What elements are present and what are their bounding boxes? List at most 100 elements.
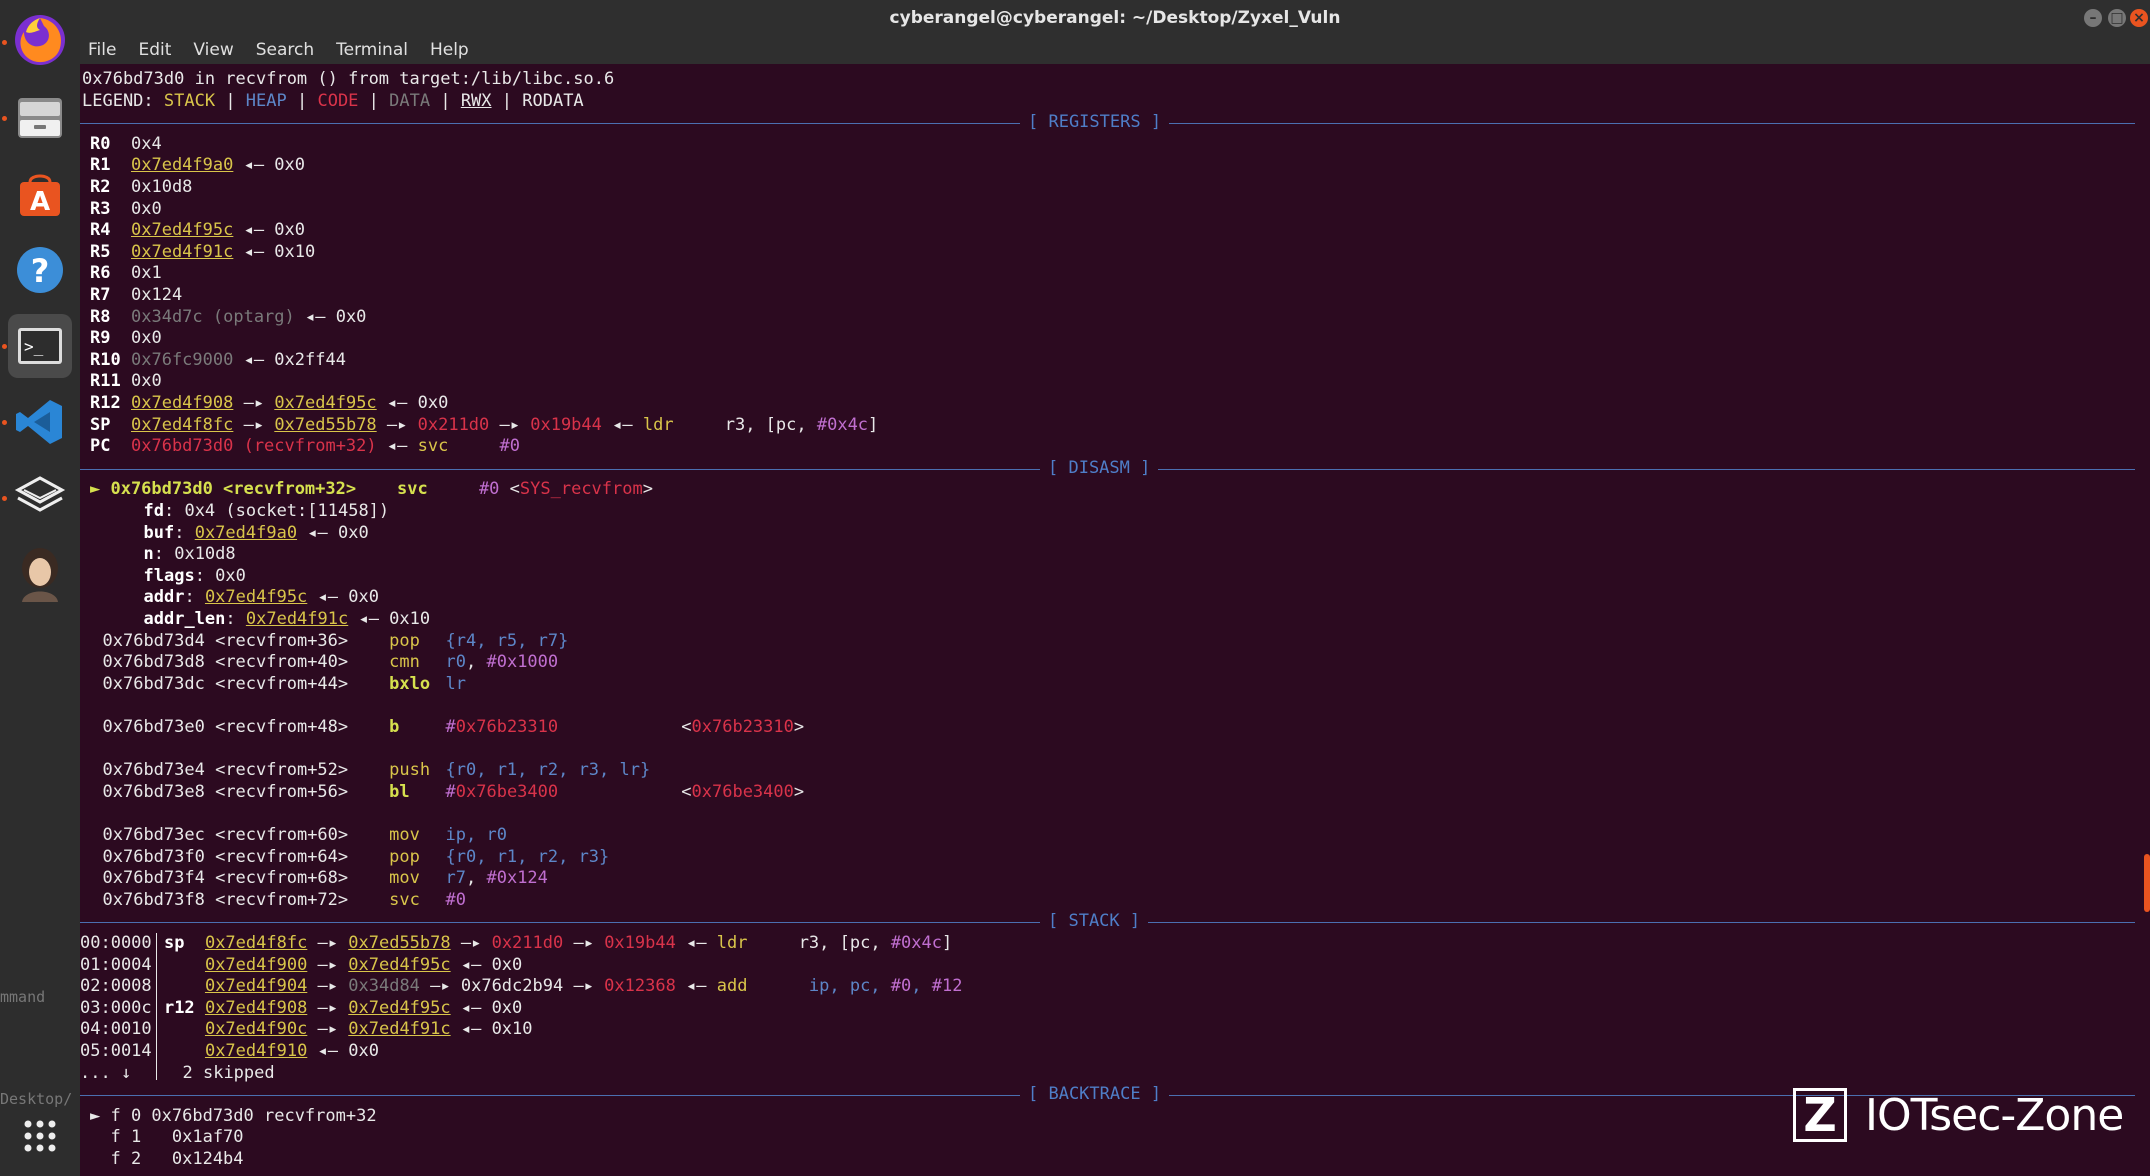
token: lr [445, 673, 466, 694]
token: fd [143, 501, 164, 521]
register-name: R8 [90, 306, 111, 327]
disasm-operands: {r4, r5, r7} [446, 631, 682, 653]
stack-offset: 03:000c [80, 997, 152, 1018]
stack-row: 01:0004 0x7ed4f900 —▸ 0x7ed4f95c ◂— 0x0 [80, 955, 522, 977]
register-name: R1 [90, 155, 111, 176]
token: , [466, 652, 487, 673]
disasm-mnemonic: pop [389, 630, 420, 651]
section-title: [ DISASM ] [1040, 457, 1159, 480]
menu-terminal[interactable]: Terminal [336, 40, 408, 60]
token: #0 [445, 889, 466, 910]
token: addr_len [143, 609, 226, 629]
register-row: R2 0x10d8 [90, 177, 192, 199]
scrollbar-thumb[interactable] [2144, 854, 2150, 912]
menu-search[interactable]: Search [256, 40, 314, 60]
token: —▸ [376, 414, 418, 435]
token: —▸ [307, 954, 349, 975]
watermark: Z IOTsec-Zone [1793, 1088, 2124, 1142]
disasm-operands: lr [446, 674, 682, 696]
token: r3, [pc, [788, 933, 891, 953]
stack-offset: 00:0000 [80, 933, 152, 953]
legend-data: DATA [389, 90, 431, 111]
disasm-line: 0x76bd73f0 <recvfrom+64> pop {r0, r1, r2, … [103, 847, 682, 869]
token: —▸ [563, 933, 605, 953]
register-name: PC [90, 436, 111, 457]
backtrace-frame: ► f 0 0x76bd73d0 recvfrom+32 [90, 1106, 377, 1128]
token: #0x1000 [486, 652, 559, 673]
top-line: 0x76bd73d0 in recvfrom () from target:/l… [82, 69, 614, 91]
token: 0x7ed4f95c [204, 587, 308, 608]
token: 0x76bd73d0 (recvfrom+32) [131, 436, 377, 457]
stack-row: 02:0008 0x7ed4f904 —▸ 0x34d84 —▸ 0x76dc2b… [80, 976, 962, 998]
disasm-current-line: ► 0x76bd73d0 <recvfrom+32> svc #0 <SYS_r… [90, 479, 653, 501]
token: 0x7ed4f95c [274, 393, 377, 413]
vscode-icon[interactable] [8, 390, 72, 454]
legend-sep: | [491, 90, 523, 111]
backtrace-text: f 2 0x124b4 [90, 1149, 244, 1169]
disasm-operands: #0x76b23310 [446, 717, 682, 739]
register-row: R11 0x0 [90, 371, 162, 393]
legend-line: LEGEND: STACK | HEAP | CODE | DATA | RWX… [82, 91, 584, 113]
menu-edit[interactable]: Edit [138, 40, 171, 60]
menu-view[interactable]: View [193, 40, 233, 60]
token: ◂— [376, 436, 418, 457]
watermark-logo: Z [1793, 1088, 1847, 1142]
files-icon[interactable] [8, 86, 72, 150]
token: 0x19b44 [530, 414, 602, 435]
legend-stack: STACK [163, 90, 216, 111]
backtrace-frame: f 2 0x124b4 [90, 1149, 244, 1171]
terminal-output[interactable]: 0x76bd73d0 in recvfrom () from target:/l… [80, 64, 2150, 1176]
stack-skipped: ... ↓ 2 skipped [80, 1063, 275, 1085]
branch-target: 0x76b23310 [691, 717, 794, 737]
show-apps-icon[interactable] [8, 1104, 72, 1168]
token: < [499, 479, 520, 500]
token: 0x7ed4f908 [204, 997, 308, 1018]
firefox-icon[interactable] [8, 8, 72, 72]
syscall-arg: addr_len: 0x7ed4f91c ◂— 0x10 [144, 609, 431, 631]
maximize-icon[interactable]: □ [2108, 9, 2126, 27]
stack-offset: 02:0008 [80, 976, 152, 997]
minimize-icon[interactable]: – [2084, 9, 2102, 27]
token: ◂— 0x10 [233, 241, 316, 262]
register-name: R3 [90, 198, 111, 219]
legend-rwx: RWX [460, 90, 492, 111]
stack-skip-count: 2 skipped [182, 1062, 275, 1083]
token: {r0, r1, r2, r3} [445, 846, 610, 867]
token: ◂— 0x0 [233, 220, 306, 241]
menu-file[interactable]: File [88, 40, 116, 60]
token: {r0, r1, r2, r3, lr} [445, 760, 651, 781]
token: —▸ [307, 976, 349, 997]
token: —▸ [307, 933, 349, 953]
stack-row: 05:0014 0x7ed4f910 ◂— 0x0 [80, 1041, 379, 1063]
register-name: R10 [90, 349, 121, 370]
close-icon[interactable]: × [2130, 9, 2148, 27]
layers-app-icon[interactable] [8, 466, 72, 530]
token: ◂— 0x0 [294, 306, 367, 327]
token: 0x7ed4f908 [131, 393, 234, 413]
backtrace-frame: f 1 0x1af70 [90, 1127, 243, 1149]
legend-sep: | [215, 90, 246, 111]
register-name: SP [90, 414, 111, 435]
token: 0x7ed4f91c [348, 1019, 451, 1040]
register-name: R0 [90, 133, 111, 154]
section-title: [ BACKTRACE ] [1020, 1084, 1170, 1106]
register-row: R10 0x76fc9000 ◂— 0x2ff44 [90, 350, 346, 372]
app-store-icon[interactable]: A [8, 162, 72, 226]
window-title: cyberangel@cyberangel: ~/Desktop/Zyxel_V… [889, 8, 1341, 28]
disasm-operands: #0 [446, 890, 682, 912]
terminal-icon[interactable]: >_ [8, 314, 72, 378]
token: ] [942, 933, 953, 953]
backtrace-text: ► f 0 0x76bd73d0 recvfrom+32 [90, 1105, 377, 1126]
token: 0x7ed55b78 [274, 414, 377, 435]
help-icon[interactable]: ? [8, 238, 72, 302]
syscall-arg: flags: 0x0 [144, 566, 246, 588]
token: ◂— 0x10 [450, 1019, 533, 1040]
avatar-app-icon[interactable] [8, 542, 72, 606]
token: 0x19b44 [604, 933, 676, 953]
menu-help[interactable]: Help [430, 40, 469, 60]
register-row: R6 0x1 [90, 263, 162, 285]
stack-offset: 05:0014 [80, 1041, 152, 1061]
legend-heap: HEAP [245, 90, 287, 111]
disasm-address: 0x76bd73e8 <recvfrom+56> [102, 781, 349, 802]
